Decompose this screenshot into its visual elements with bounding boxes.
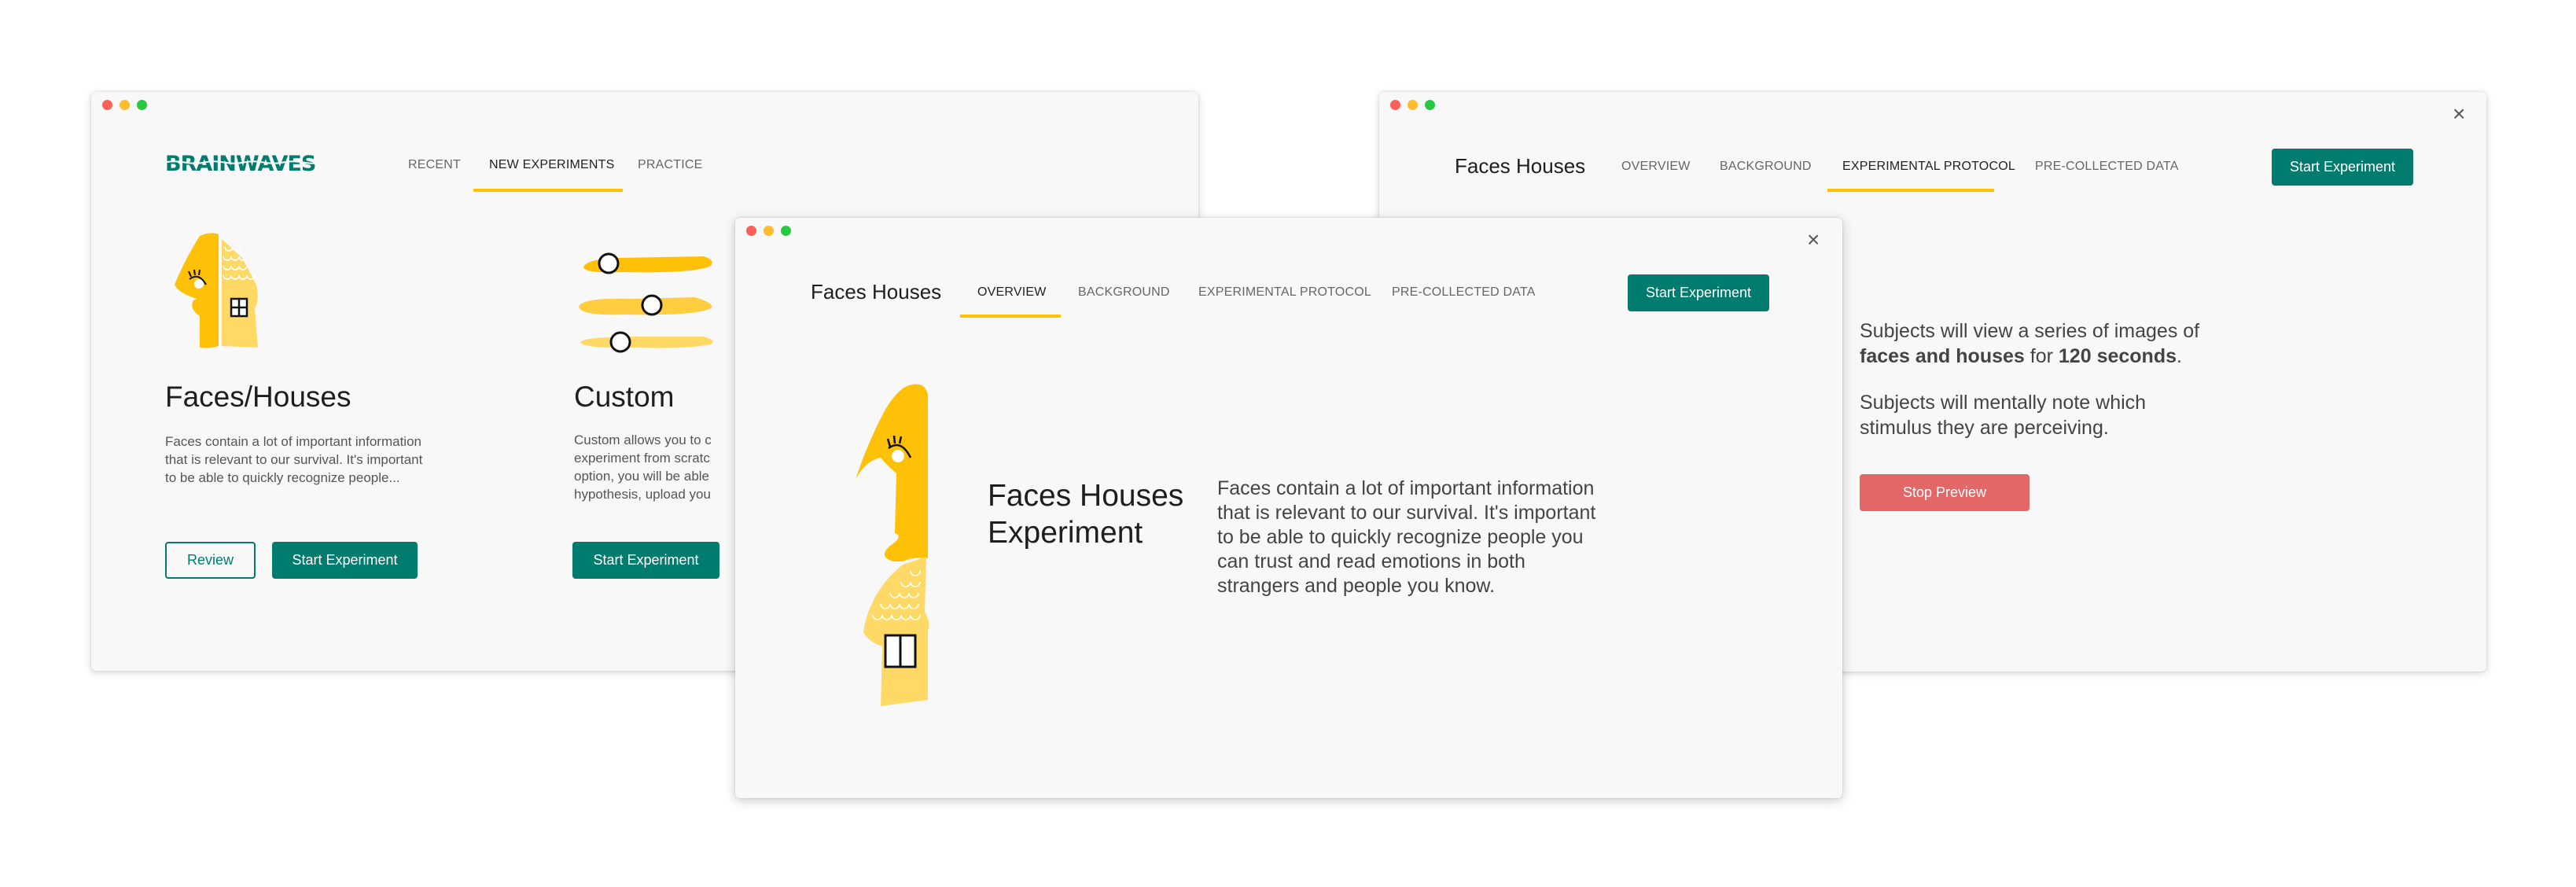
tab-overview[interactable]: OVERVIEW	[977, 285, 1047, 300]
protocol-bold-duration: 120 seconds	[2058, 345, 2177, 367]
sliders-icon	[579, 252, 713, 353]
protocol-bold-stimuli: faces and houses	[1860, 345, 2025, 367]
experiment-title: Faces Houses	[811, 280, 942, 304]
minimize-window-button[interactable]	[764, 226, 774, 236]
protocol-text: for	[2030, 345, 2053, 367]
start-experiment-button[interactable]: Start Experiment	[1628, 274, 1769, 311]
start-experiment-button[interactable]: Start Experiment	[2272, 149, 2413, 186]
tab-pre-collected-data[interactable]: PRE-COLLECTED DATA	[1392, 285, 1536, 300]
window-controls	[1390, 100, 1435, 110]
overview-heading: Faces Houses Experiment	[988, 477, 1183, 551]
card-title-faces-houses: Faces/Houses	[165, 381, 351, 413]
stop-preview-button[interactable]: Stop Preview	[1860, 474, 2030, 511]
tab-background[interactable]: BACKGROUND	[1078, 285, 1170, 300]
brainwaves-logo[interactable]: BRAINWAVES	[165, 152, 322, 176]
minimize-window-button[interactable]	[1408, 100, 1418, 110]
tab-experimental-protocol[interactable]: EXPERIMENTAL PROTOCOL	[1198, 285, 1371, 300]
tab-background[interactable]: BACKGROUND	[1720, 160, 1812, 174]
minimize-window-button[interactable]	[120, 100, 130, 110]
window-controls	[746, 226, 791, 236]
start-experiment-button-custom[interactable]: Start Experiment	[572, 542, 719, 579]
review-button[interactable]: Review	[165, 542, 256, 579]
protocol-text: Subjects will view a series of images of	[1860, 320, 2200, 342]
face-house-icon	[175, 233, 258, 348]
nav-practice[interactable]: PRACTICE	[638, 158, 703, 172]
maximize-window-button[interactable]	[781, 226, 791, 236]
overview-window: × Faces Houses OVERVIEW BACKGROUND EXPER…	[735, 218, 1842, 798]
close-icon[interactable]: ×	[2453, 103, 2465, 125]
protocol-paragraph-2: Subjects will mentally note which stimul…	[1860, 392, 2147, 439]
window-controls	[102, 100, 147, 110]
active-tab-indicator	[1827, 189, 1994, 192]
wave-icon	[165, 160, 322, 164]
maximize-window-button[interactable]	[137, 100, 147, 110]
tab-overview[interactable]: OVERVIEW	[1621, 160, 1691, 174]
overview-heading-line: Experiment	[988, 516, 1143, 550]
protocol-paragraph-1: Subjects will view a series of images of…	[1860, 318, 2237, 369]
nav-new-experiments[interactable]: NEW EXPERIMENTS	[489, 158, 614, 172]
tab-pre-collected-data[interactable]: PRE-COLLECTED DATA	[2035, 160, 2179, 174]
close-window-button[interactable]	[1390, 100, 1400, 110]
close-window-button[interactable]	[746, 226, 756, 236]
maximize-window-button[interactable]	[1425, 100, 1435, 110]
card-title-custom: Custom	[574, 381, 675, 413]
active-tab-indicator	[960, 315, 1061, 318]
overview-heading-line: Faces Houses	[988, 479, 1184, 513]
start-experiment-button-faces-houses[interactable]: Start Experiment	[272, 542, 418, 579]
nav-recent[interactable]: RECENT	[408, 158, 461, 172]
active-tab-indicator	[473, 189, 623, 192]
overview-description: Faces contain a lot of important informa…	[1217, 477, 1596, 597]
protocol-text: .	[2177, 345, 2182, 367]
tab-experimental-protocol[interactable]: EXPERIMENTAL PROTOCOL	[1842, 160, 2015, 174]
close-window-button[interactable]	[102, 100, 112, 110]
card-description-faces-houses: Faces contain a lot of important informa…	[165, 434, 423, 485]
face-house-illustration	[856, 384, 929, 706]
experiment-title: Faces Houses	[1455, 154, 1586, 178]
close-icon[interactable]: ×	[1807, 229, 1820, 251]
